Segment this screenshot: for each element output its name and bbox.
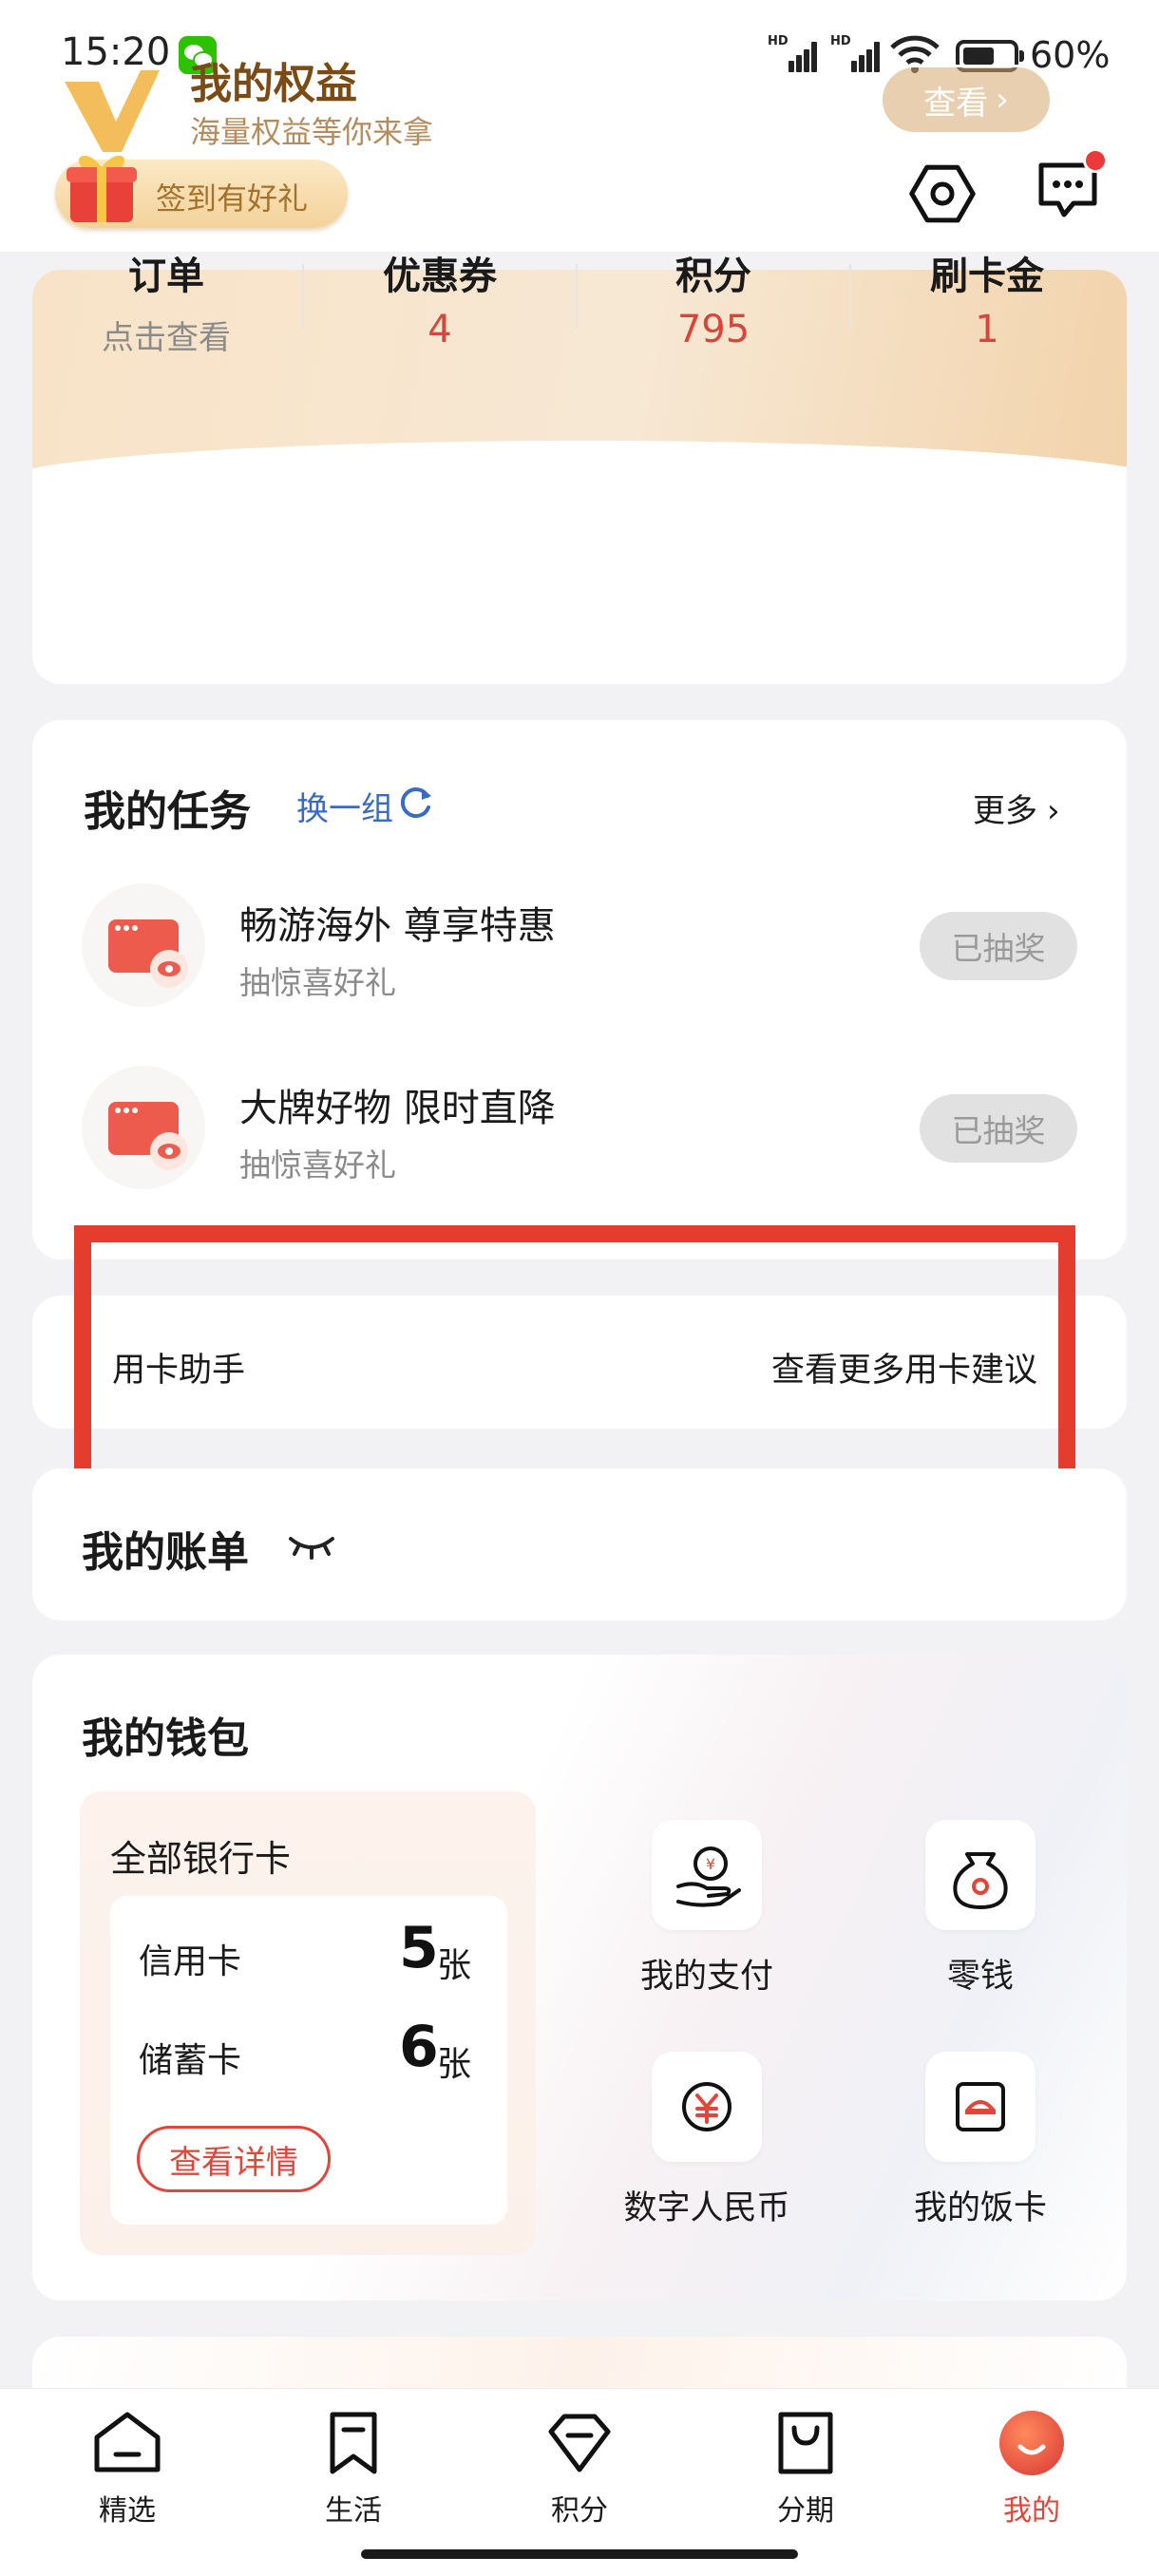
- meal-card-icon[interactable]: [925, 2052, 1036, 2162]
- divider: [302, 264, 304, 329]
- diamond-icon: [548, 2414, 611, 2472]
- vip-v-logo-icon: [65, 70, 160, 152]
- svg-text:¥: ¥: [706, 1855, 715, 1873]
- divider: [849, 264, 851, 329]
- bill-title: 我的账单: [82, 1528, 249, 1577]
- home-indicator: [361, 2549, 798, 2559]
- debit-card-unit: 张: [437, 2045, 472, 2084]
- task-drawn-button[interactable]: 已抽奖: [920, 912, 1077, 980]
- payment-hand-icon[interactable]: ¥: [652, 1820, 762, 1930]
- shortcut-label: 零钱: [946, 1958, 1014, 1996]
- nav-tab-life[interactable]: 生活: [277, 2405, 429, 2529]
- eye-closed-icon[interactable]: [287, 1531, 336, 1560]
- battery-percent: 60%: [1030, 34, 1111, 76]
- nav-tab-installment[interactable]: 分期: [730, 2405, 882, 2529]
- debit-card-count: 6: [399, 2014, 439, 2080]
- highlight-annotation-box: [74, 1225, 1075, 1501]
- benefits-subtitle: 海量权益等你来拿: [190, 114, 434, 150]
- credit-card-label: 信用卡: [139, 1942, 242, 1981]
- browser-eye-icon: [108, 919, 188, 988]
- settings-hexagon-icon[interactable]: [906, 158, 978, 230]
- shortcut-label: 我的饭卡: [913, 2189, 1047, 2227]
- chevron-right-icon: ›: [996, 81, 1009, 119]
- tasks-more-button[interactable]: 更多 ›: [973, 785, 1060, 831]
- divider: [576, 264, 578, 329]
- benefits-title: 我的权益: [190, 60, 357, 108]
- shortcut-label: 我的支付: [639, 1958, 773, 1996]
- shopping-bag-icon: [778, 2412, 833, 2474]
- stat-orders[interactable]: 订单 点击查看: [38, 245, 294, 358]
- wallet-title: 我的钱包: [82, 1714, 249, 1763]
- message-badge: [1083, 148, 1108, 173]
- credit-card-count: 5: [399, 1915, 439, 1981]
- digital-yuan-icon[interactable]: [652, 2052, 762, 2162]
- nav-tab-mine[interactable]: 我的: [956, 2405, 1108, 2529]
- shortcut-label: 数字人民币: [623, 2189, 790, 2227]
- home-icon: [94, 2412, 161, 2472]
- task-icon: [82, 1066, 205, 1189]
- signal-1-icon: HD: [768, 34, 817, 72]
- profile-smile-icon: [999, 2411, 1064, 2475]
- stat-card-bonus[interactable]: 刷卡金 1: [859, 245, 1115, 351]
- refresh-icon[interactable]: [395, 783, 435, 823]
- task-subtitle: 抽惊喜好礼: [239, 1146, 396, 1184]
- benefits-view-button[interactable]: 查看 ›: [880, 65, 1053, 135]
- bookmark-icon: [330, 2412, 377, 2474]
- money-bag-icon[interactable]: [925, 1820, 1036, 1930]
- task-title: 大牌好物 限时直降: [239, 1087, 556, 1130]
- tasks-title: 我的任务: [84, 787, 251, 836]
- credit-card-unit: 张: [437, 1946, 472, 1985]
- chevron-right-icon: ›: [1047, 792, 1060, 830]
- task-title: 畅游海外 尊享特惠: [239, 904, 556, 948]
- task-subtitle: 抽惊喜好礼: [239, 964, 396, 1001]
- nav-tab-points[interactable]: 积分: [504, 2405, 656, 2529]
- signin-label: 签到有好礼: [156, 180, 309, 217]
- signal-2-icon: HD: [830, 34, 880, 72]
- stat-points[interactable]: 积分 795: [585, 245, 842, 351]
- view-details-button[interactable]: 查看详情: [137, 2126, 331, 2192]
- debit-card-label: 储蓄卡: [139, 2041, 242, 2080]
- browser-eye-icon: [108, 1102, 188, 1170]
- task-drawn-button[interactable]: 已抽奖: [920, 1094, 1077, 1163]
- task-icon: [82, 883, 205, 1007]
- refresh-tasks-button[interactable]: 换一组: [296, 783, 393, 829]
- nav-tab-featured[interactable]: 精选: [51, 2405, 203, 2529]
- stat-coupons[interactable]: 优惠券 4: [312, 245, 568, 351]
- all-bank-cards-title: 全部银行卡: [110, 1838, 292, 1880]
